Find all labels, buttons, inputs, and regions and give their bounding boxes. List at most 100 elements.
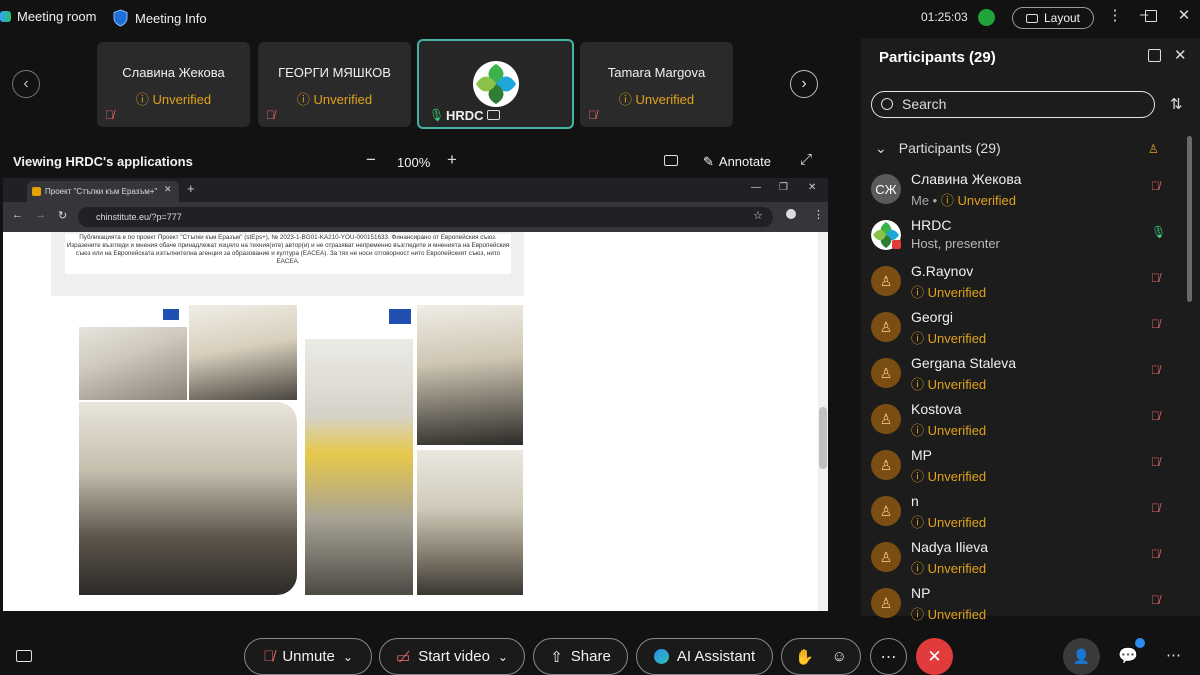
search-input[interactable]: Search — [871, 91, 1155, 118]
participant-status: ⓘ Unverified — [911, 377, 987, 392]
video-tile[interactable]: Славина Жекова ⓘ Unverified 🎙̸ — [97, 42, 250, 127]
popout-icon[interactable] — [1148, 49, 1161, 62]
meeting-info-item[interactable]: Meeting Info — [112, 9, 207, 27]
layout-button[interactable]: Layout — [1012, 7, 1094, 29]
search-icon — [881, 98, 893, 110]
network-signal-icon[interactable] — [978, 9, 995, 26]
avatar-icon: ♙ — [871, 588, 901, 618]
reactions-icon[interactable]: ☺ — [832, 648, 847, 665]
video-tile[interactable]: ГЕОРГИ МЯШКОВ ⓘ Unverified 🎙̸ — [258, 42, 411, 127]
close-window-icon[interactable]: ✕ — [1174, 6, 1194, 24]
raise-hand-icon[interactable]: ✋ — [795, 648, 814, 666]
tab-close-icon[interactable]: ✕ — [164, 184, 172, 195]
more-panels-icon[interactable]: ⋯ — [1166, 646, 1181, 664]
photo — [417, 450, 523, 595]
annotate-button[interactable]: ✎ Annotate — [703, 154, 771, 170]
participant-status: Host, presenter — [911, 236, 1000, 251]
participant-name: NP — [911, 585, 931, 601]
zoom-in-icon[interactable]: + — [447, 150, 457, 170]
share-button[interactable]: ⇧ Share — [533, 638, 628, 675]
tile-name: ГЕОРГИ МЯШКОВ — [278, 65, 391, 80]
more-options-icon[interactable]: ⋮ — [1105, 6, 1125, 24]
participant-name: Kostova — [911, 401, 962, 417]
tile-mic-on-icon: 🎙 — [429, 108, 445, 122]
captions-icon[interactable] — [16, 650, 32, 662]
back-icon[interactable]: ← — [12, 209, 23, 221]
fullscreen-icon[interactable]: ⤢ — [800, 151, 812, 168]
muted-mic-icon[interactable]: 🎙̸ — [1151, 317, 1160, 331]
video-tile-active[interactable]: 🎙 HRDC — [417, 39, 574, 129]
profile-icon[interactable] — [786, 209, 796, 219]
participant-name: HRDC — [911, 217, 952, 233]
participant-row[interactable]: ♙ Kostova ⓘ Unverified 🎙̸ — [861, 399, 1191, 445]
forward-icon[interactable]: → — [35, 209, 46, 221]
section-header[interactable]: ⌄ Participants (29) — [875, 140, 1001, 157]
screen-share-icon — [487, 110, 500, 120]
participant-row[interactable]: ♙ G.Raynov ⓘ Unverified 🎙̸ — [861, 261, 1191, 307]
reload-icon[interactable]: ↻ — [58, 209, 67, 222]
eu-flag-icon — [389, 309, 411, 324]
participant-status: ⓘ Unverified — [911, 285, 987, 300]
browser-close-icon[interactable]: ✕ — [808, 182, 816, 193]
strip-prev-icon[interactable]: ‹ — [12, 70, 40, 98]
participant-status: ⓘ Unverified — [911, 423, 987, 438]
muted-mic-icon[interactable]: 🎙̸ — [1151, 363, 1160, 377]
browser-menu-icon[interactable]: ⋮ — [813, 208, 824, 221]
muted-mic-icon[interactable]: 🎙̸ — [1151, 547, 1160, 561]
video-tile[interactable]: Tamara Margova ⓘ Unverified 🎙̸ — [580, 42, 733, 127]
top-bar: Meeting room Meeting Info 01:25:03 Layou… — [0, 0, 1200, 36]
muted-mic-icon[interactable]: 🎙̸ — [1151, 501, 1160, 515]
address-bar[interactable]: chinstitute.eu/?p=777 — [78, 207, 773, 227]
participants-icon[interactable]: 👤 — [1063, 638, 1100, 675]
close-panel-icon[interactable]: ✕ — [1174, 46, 1187, 64]
participant-name: Nadya Ilieva — [911, 539, 989, 555]
share-icon: ⇧ — [550, 648, 563, 666]
unmute-button[interactable]: 🎙̸ Unmute ⌄ — [244, 638, 372, 675]
participant-row[interactable]: ♙ Nadya Ilieva ⓘ Unverified 🎙̸ — [861, 537, 1191, 583]
zoom-level: 100% — [397, 155, 431, 170]
participant-row[interactable]: HRDC Host, presenter 🎙 — [861, 215, 1191, 261]
muted-mic-icon[interactable]: 🎙̸ — [1151, 271, 1160, 285]
muted-mic-icon[interactable]: 🎙̸ — [1151, 409, 1160, 423]
participant-row[interactable]: ♙ Georgi ⓘ Unverified 🎙̸ — [861, 307, 1191, 353]
muted-mic-icon[interactable]: 🎙̸ — [1151, 593, 1160, 607]
meeting-room-item[interactable]: Meeting room — [0, 9, 96, 24]
page-scrollbar[interactable] — [818, 232, 828, 611]
participant-status: ⓘ Unverified — [911, 331, 987, 346]
scrollbar-thumb[interactable] — [819, 407, 827, 469]
participant-row[interactable]: ♙ NP ⓘ Unverified 🎙̸ — [861, 583, 1191, 629]
zoom-out-icon[interactable]: − — [366, 150, 376, 170]
browser-minimize-icon[interactable]: — — [751, 182, 761, 193]
strip-next-icon[interactable]: › — [790, 70, 818, 98]
sort-icon[interactable]: ⇅ — [1170, 95, 1183, 113]
ai-assistant-button[interactable]: AI Assistant — [636, 638, 773, 675]
shield-icon — [113, 9, 128, 27]
participant-row[interactable]: ♙ MP ⓘ Unverified 🎙̸ — [861, 445, 1191, 491]
bookmark-star-icon[interactable]: ☆ — [753, 209, 763, 222]
panel-title: Participants (29) — [879, 49, 996, 66]
new-tab-icon[interactable]: + — [187, 181, 195, 196]
muted-mic-icon[interactable]: 🎙̸ — [1151, 455, 1160, 469]
photo — [189, 305, 297, 400]
browser-tab[interactable]: Проект "Стъпки към Еразъм+" — [27, 181, 179, 202]
more-icon[interactable]: ⋯ — [870, 638, 907, 675]
view-options-icon[interactable] — [664, 155, 678, 166]
participant-row[interactable]: ♙ Gergana Staleva ⓘ Unverified 🎙̸ — [861, 353, 1191, 399]
reactions-group: ✋ ☺ — [781, 638, 861, 675]
mic-on-icon[interactable]: 🎙 — [1151, 225, 1166, 239]
ai-assistant-icon — [653, 649, 669, 664]
participant-row[interactable]: СЖ Славина Жекова Me • ⓘ Unverified 🎙̸ — [861, 169, 1191, 215]
shared-screen[interactable]: Проект "Стъпки към Еразъм+" ✕ + — ❐ ✕ ← … — [3, 178, 828, 611]
collage-left — [79, 305, 297, 595]
chat-icon[interactable]: 💬 — [1118, 646, 1138, 666]
panel-scrollbar[interactable] — [1187, 136, 1192, 302]
maximize-icon[interactable] — [1145, 10, 1157, 22]
hrdc-logo-icon — [473, 61, 519, 107]
start-video-button[interactable]: ▭̸ Start video ⌄ — [379, 638, 525, 675]
muted-mic-icon[interactable]: 🎙̸ — [1151, 179, 1160, 193]
participant-row[interactable]: ♙ n ⓘ Unverified 🎙̸ — [861, 491, 1191, 537]
browser-tabstrip: Проект "Стъпки към Еразъм+" ✕ + — ❐ ✕ — [3, 178, 828, 202]
tile-status: ⓘ Unverified — [618, 92, 695, 107]
browser-restore-icon[interactable]: ❐ — [779, 182, 788, 193]
leave-meeting-button[interactable]: ✕ — [916, 638, 953, 675]
